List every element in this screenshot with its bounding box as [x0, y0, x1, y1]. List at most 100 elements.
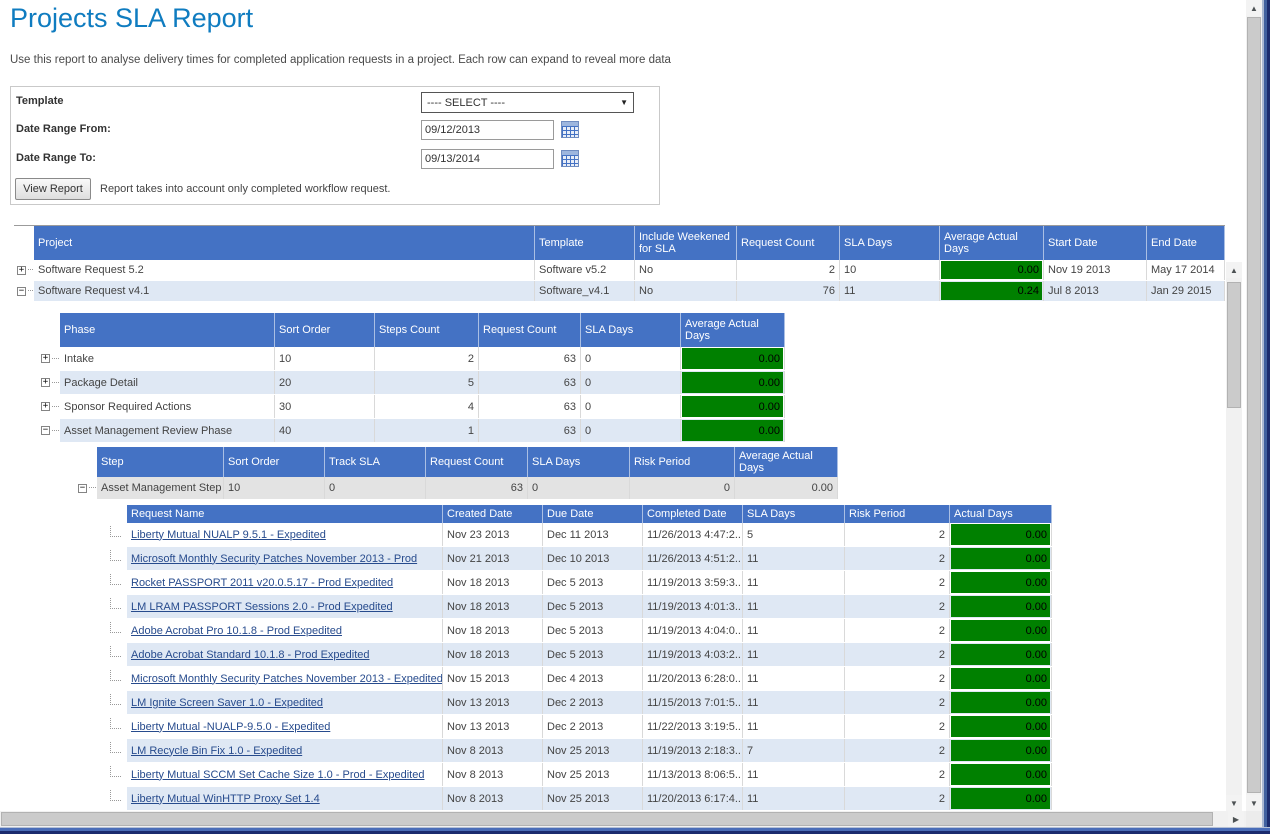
cell-step: Asset Management Step [97, 477, 224, 499]
expander-cell [105, 619, 127, 642]
expander-cell [105, 643, 127, 666]
request-link[interactable]: Rocket PASSPORT 2011 v20.0.5.17 - Prod E… [131, 577, 393, 589]
cell-sla-days: 11 [743, 547, 845, 570]
cell-request-name: Adobe Acrobat Pro 10.1.8 - Prod Expedite… [127, 619, 443, 642]
cell-sort-order: 40 [275, 419, 375, 442]
cell-risk-period: 2 [845, 523, 950, 546]
cell-sort-order: 10 [224, 477, 325, 499]
page-scroll-right-button[interactable]: ▶ [1228, 811, 1244, 827]
cell-start-date: Jul 8 2013 [1044, 281, 1147, 301]
grid-scroll-up-button[interactable]: ▲ [1226, 262, 1242, 278]
template-select[interactable]: ---- SELECT ---- ▼ [421, 92, 634, 113]
page-scrollbar-thumb[interactable] [1247, 17, 1261, 793]
cell-due-date: Dec 5 2013 [543, 571, 643, 594]
col-header-sla-days: SLA Days [528, 447, 630, 477]
leaf-icon [110, 622, 121, 633]
cell-risk-period: 2 [845, 595, 950, 618]
actual-days-bar: 0.00 [951, 740, 1050, 761]
date-from-input[interactable] [421, 120, 554, 140]
col-header-sla-days: SLA Days [743, 505, 845, 523]
cell-sort-order: 10 [275, 347, 375, 370]
table-row: Rocket PASSPORT 2011 v20.0.5.17 - Prod E… [105, 571, 1052, 595]
expand-icon[interactable]: + [41, 402, 50, 411]
cell-average-actual-days: 0.00 [681, 419, 785, 442]
request-link[interactable]: Liberty Mutual SCCM Set Cache Size 1.0 -… [131, 769, 424, 781]
table-row: +Software Request 5.2Software v5.2No2100… [14, 260, 1225, 281]
col-header-template: Template [535, 226, 635, 260]
col-header-project: Project [34, 226, 535, 260]
cell-sla-days: 11 [743, 691, 845, 714]
cell-created-date: Nov 18 2013 [443, 571, 543, 594]
page-scroll-down-button[interactable]: ▼ [1246, 795, 1262, 811]
cell-sla-days: 11 [743, 571, 845, 594]
projects-sla-report-page: Projects SLA Report Use this report to a… [0, 0, 1270, 834]
cell-sla-days: 11 [743, 763, 845, 786]
expander-cell [105, 523, 127, 546]
date-to-input[interactable] [421, 149, 554, 169]
cell-created-date: Nov 18 2013 [443, 595, 543, 618]
cell-risk-period: 2 [845, 547, 950, 570]
table-row: Liberty Mutual NUALP 9.5.1 - ExpeditedNo… [105, 523, 1052, 547]
cell-created-date: Nov 18 2013 [443, 643, 543, 666]
request-link[interactable]: Liberty Mutual WinHTTP Proxy Set 1.4 [131, 793, 320, 805]
cell-sla-days: 0 [528, 477, 630, 499]
cell-risk-period: 2 [845, 715, 950, 738]
request-link[interactable]: Microsoft Monthly Security Patches Novem… [131, 673, 443, 685]
collapse-icon[interactable]: − [17, 287, 26, 296]
expand-icon[interactable]: + [41, 354, 50, 363]
table-row: +Sponsor Required Actions3046300.00 [38, 395, 785, 419]
col-header-average-actual-days: Average Actual Days [735, 447, 838, 477]
request-link[interactable]: Adobe Acrobat Standard 10.1.8 - Prod Exp… [131, 649, 370, 661]
request-link[interactable]: Liberty Mutual -NUALP-9.5.0 - Expedited [131, 721, 330, 733]
date-from-label: Date Range From: [16, 123, 111, 135]
leaf-icon [110, 526, 121, 537]
cell-actual-days: 0.00 [950, 523, 1052, 546]
request-link[interactable]: Microsoft Monthly Security Patches Novem… [131, 553, 417, 565]
cell-due-date: Nov 25 2013 [543, 739, 643, 762]
cell-sla-days: 0 [581, 347, 681, 370]
expander-cell [105, 547, 127, 570]
page-vertical-scrollbar[interactable]: ▲ ▼ [1246, 0, 1262, 811]
request-link[interactable]: LM LRAM PASSPORT Sessions 2.0 - Prod Exp… [131, 601, 393, 613]
tree-connector [52, 430, 60, 432]
request-link[interactable]: LM Ignite Screen Saver 1.0 - Expedited [131, 697, 323, 709]
horizontal-scrollbar-thumb[interactable] [1, 812, 1213, 826]
request-link[interactable]: Liberty Mutual NUALP 9.5.1 - Expedited [131, 529, 326, 541]
expand-icon[interactable]: + [41, 378, 50, 387]
collapse-icon[interactable]: − [78, 484, 87, 493]
cell-sort-order: 30 [275, 395, 375, 418]
expander-column-header [75, 447, 97, 477]
collapse-icon[interactable]: − [41, 426, 50, 435]
grid-scrollbar-thumb[interactable] [1227, 282, 1241, 408]
tree-connector [52, 358, 60, 360]
page-description: Use this report to analyse delivery time… [10, 54, 671, 66]
cell-due-date: Dec 2 2013 [543, 691, 643, 714]
cell-completed-date: 11/19/2013 2:18:3... [643, 739, 743, 762]
request-link[interactable]: Adobe Acrobat Pro 10.1.8 - Prod Expedite… [131, 625, 342, 637]
cell-risk-period: 2 [845, 739, 950, 762]
dropdown-arrow-icon: ▼ [620, 98, 628, 107]
cell-sla-days: 11 [743, 643, 845, 666]
cell-average-actual-days: 0.00 [735, 477, 838, 499]
page-scroll-up-button[interactable]: ▲ [1246, 0, 1262, 16]
cell-actual-days: 0.00 [950, 667, 1052, 690]
grid-scroll-down-button[interactable]: ▼ [1226, 795, 1242, 811]
expand-icon[interactable]: + [17, 266, 26, 275]
calendar-icon-to[interactable] [561, 150, 579, 167]
calendar-icon-from[interactable] [561, 121, 579, 138]
col-header-request-name: Request Name [127, 505, 443, 523]
cell-risk-period: 2 [845, 643, 950, 666]
actual-days-bar: 0.00 [682, 420, 783, 441]
request-link[interactable]: LM Recycle Bin Fix 1.0 - Expedited [131, 745, 302, 757]
cell-request-name: LM LRAM PASSPORT Sessions 2.0 - Prod Exp… [127, 595, 443, 618]
cell-request-name: Liberty Mutual SCCM Set Cache Size 1.0 -… [127, 763, 443, 786]
table-row: LM Ignite Screen Saver 1.0 - ExpeditedNo… [105, 691, 1052, 715]
view-report-button[interactable]: View Report [15, 178, 91, 200]
actual-days-bar: 0.00 [951, 788, 1050, 809]
leaf-icon [110, 550, 121, 561]
page-horizontal-scrollbar[interactable]: ▶ [0, 811, 1246, 827]
expander-cell: − [75, 477, 97, 499]
cell-phase: Package Detail [60, 371, 275, 394]
table-row: Microsoft Monthly Security Patches Novem… [105, 667, 1052, 691]
grid-vertical-scrollbar[interactable]: ▲ ▼ [1226, 262, 1242, 811]
